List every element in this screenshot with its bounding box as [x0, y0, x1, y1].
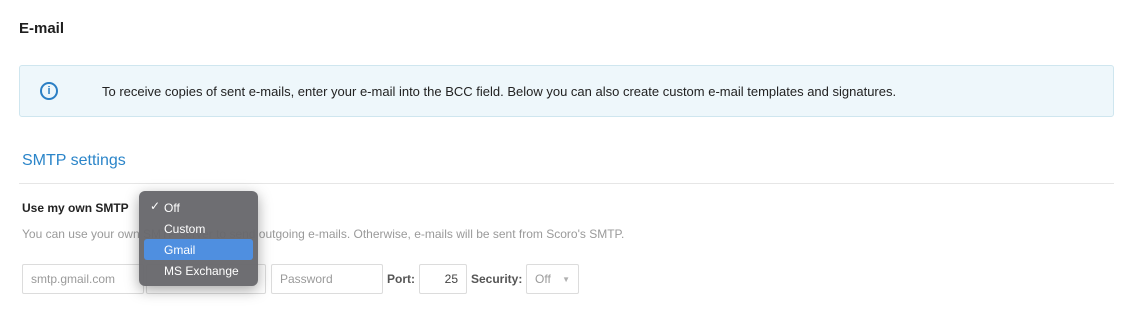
- info-icon: i: [40, 82, 58, 100]
- section-divider: [19, 183, 1114, 184]
- checkmark-icon: ✓: [150, 199, 161, 213]
- dropdown-option-custom[interactable]: Custom: [144, 218, 253, 239]
- email-settings-page: E-mail i To receive copies of sent e-mai…: [0, 0, 1132, 312]
- dropdown-option-label: Off: [164, 200, 180, 215]
- smtp-host-input[interactable]: smtp.gmail.com: [22, 264, 144, 294]
- dropdown-option-off[interactable]: ✓ Off: [144, 197, 253, 218]
- port-label: Port:: [387, 272, 415, 286]
- dropdown-option-ms-exchange[interactable]: MS Exchange: [144, 260, 253, 281]
- info-text: To receive copies of sent e-mails, enter…: [102, 83, 897, 99]
- security-select-value: Off: [535, 272, 551, 286]
- dropdown-option-gmail[interactable]: Gmail: [144, 239, 253, 260]
- smtp-dropdown-menu[interactable]: ✓ Off Custom Gmail MS Exchange: [139, 191, 258, 286]
- dropdown-option-label: Custom: [164, 221, 206, 236]
- info-icon-cell: i: [20, 66, 78, 116]
- use-own-smtp-label: Use my own SMTP: [22, 201, 129, 215]
- info-banner: i To receive copies of sent e-mails, ent…: [19, 65, 1114, 117]
- dropdown-option-label: MS Exchange: [164, 263, 239, 278]
- chevron-down-icon: ▼: [562, 274, 570, 284]
- page-title: E-mail: [19, 20, 65, 37]
- smtp-section-title: SMTP settings: [22, 152, 126, 169]
- smtp-hint-text: You can use your own SMTP server to send…: [22, 227, 625, 241]
- security-select[interactable]: Off ▼: [526, 264, 579, 294]
- smtp-password-input[interactable]: Password: [271, 264, 383, 294]
- security-label: Security:: [471, 272, 523, 286]
- dropdown-option-label: Gmail: [164, 242, 196, 257]
- port-input[interactable]: 25: [419, 264, 467, 294]
